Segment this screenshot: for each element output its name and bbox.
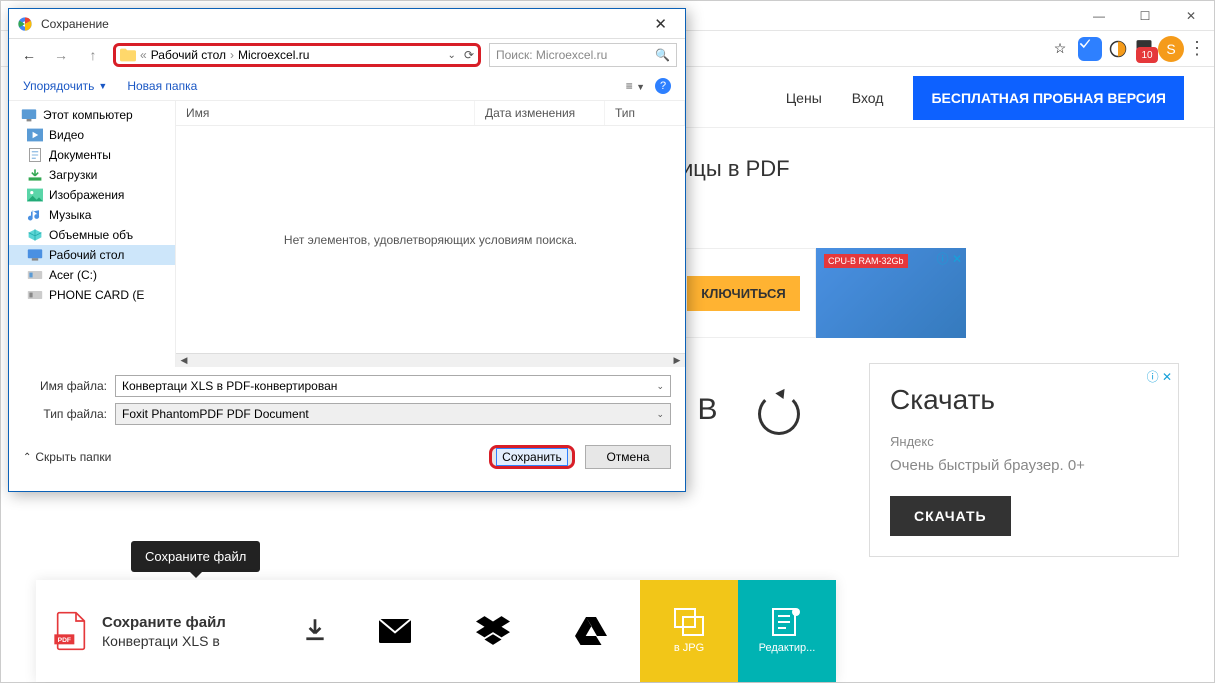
dialog-nav: ← → ↑ « Рабочий стол › Microexcel.ru ⌄ ⟳… <box>9 39 685 71</box>
help-icon[interactable]: ? <box>655 78 671 94</box>
filename-label: Имя файла: <box>23 379 107 393</box>
nav-prices[interactable]: Цены <box>786 90 822 106</box>
dropbox-tile[interactable] <box>444 580 542 682</box>
dialog-search[interactable]: Поиск: Microexcel.ru 🔍 <box>489 43 677 67</box>
ad-close-icon[interactable]: ⓘ ✕ <box>1147 368 1172 385</box>
search-icon: 🔍 <box>655 48 670 62</box>
file-list: Имя Дата изменения Тип Нет элементов, уд… <box>175 101 685 367</box>
breadcrumb[interactable]: « Рабочий стол › Microexcel.ru ⌄ ⟳ <box>113 43 481 67</box>
tree-documents[interactable]: Документы <box>9 145 175 165</box>
filename-input[interactable]: Конвертаци XLS в PDF-конвертирован⌄ <box>115 375 671 397</box>
col-date[interactable]: Дата изменения <box>475 101 605 125</box>
jpg-label: в JPG <box>674 642 704 654</box>
hide-folders-toggle[interactable]: ⌃ Скрыть папки <box>23 450 111 464</box>
bookmark-icon[interactable]: ☆ <box>1046 35 1074 63</box>
nav-up-icon[interactable]: ↑ <box>81 47 105 63</box>
sidebar-ad[interactable]: ⓘ ✕ Скачать Яндекс Очень быстрый браузер… <box>869 363 1179 557</box>
trial-button[interactable]: БЕСПЛАТНАЯ ПРОБНАЯ ВЕРСИЯ <box>913 76 1184 120</box>
folder-icon <box>120 48 136 62</box>
ad-info-icon[interactable]: ⓘ ✕ <box>933 248 966 269</box>
minimize-button[interactable]: — <box>1076 1 1122 31</box>
ad-download-button[interactable]: СКАЧАТЬ <box>890 496 1011 536</box>
ad-cta-button[interactable]: КЛЮЧИТЬСЯ <box>687 276 799 311</box>
edit-label: Редактир... <box>759 642 816 654</box>
extension-badge: 10 <box>1136 47 1158 63</box>
dialog-close-button[interactable]: ✕ <box>644 13 677 35</box>
maximize-button[interactable]: ☐ <box>1122 1 1168 31</box>
tree-video[interactable]: Видео <box>9 125 175 145</box>
col-name[interactable]: Имя <box>176 101 475 125</box>
pdf-icon: PDF <box>54 611 88 651</box>
spinner-icon <box>758 393 800 435</box>
nav-forward-icon[interactable]: → <box>49 47 73 63</box>
save-file-tile[interactable]: PDF Сохраните файл Конвертаци XLS в <box>36 580 346 682</box>
extension-icon-2[interactable] <box>1106 37 1130 61</box>
crumb-folder[interactable]: Microexcel.ru <box>238 48 309 62</box>
edit-tile[interactable]: Редактир... <box>738 580 836 682</box>
dialog-titlebar: Сохранение ✕ <box>9 9 685 39</box>
drive-tile[interactable] <box>542 580 640 682</box>
tree-images[interactable]: Изображения <box>9 185 175 205</box>
view-options-icon[interactable]: ≡ ▼ <box>626 79 645 93</box>
crumb-desktop[interactable]: Рабочий стол <box>151 48 226 62</box>
dialog-bottom: ⌃ Скрыть папки Сохранить Отмена <box>9 435 685 483</box>
cancel-button[interactable]: Отмена <box>585 445 671 469</box>
col-type[interactable]: Тип <box>605 101 685 125</box>
download-icon[interactable] <box>302 616 328 647</box>
action-bar: PDF Сохраните файл Конвертаци XLS в <box>36 580 836 682</box>
page-headline: ицы в PDF <box>681 156 790 182</box>
browser-menu-icon[interactable]: ⋮ <box>1188 38 1206 59</box>
svg-text:PDF: PDF <box>58 637 71 644</box>
tooltip: Сохраните файл <box>131 541 260 572</box>
tree-acer[interactable]: Acer (C:) <box>9 265 175 285</box>
filetype-label: Тип файла: <box>23 407 107 421</box>
ad-title: Скачать <box>890 384 1158 416</box>
chrome-icon <box>17 16 33 32</box>
extension-icon-3[interactable]: 10 <box>1134 36 1154 61</box>
save-dialog: Сохранение ✕ ← → ↑ « Рабочий стол › Micr… <box>8 8 686 492</box>
tree-desktop[interactable]: Рабочий стол <box>9 245 175 265</box>
filetype-select[interactable]: Foxit PhantomPDF PDF Document⌄ <box>115 403 671 425</box>
new-folder-button[interactable]: Новая папка <box>127 79 197 93</box>
ad-subtitle: Яндекс <box>890 434 1158 449</box>
conversion-progress: В <box>681 363 816 513</box>
file-list-header: Имя Дата изменения Тип <box>176 101 685 126</box>
extension-icon-1[interactable] <box>1078 37 1102 61</box>
tree-3dobjects[interactable]: Объемные объ <box>9 225 175 245</box>
organize-menu[interactable]: Упорядочить ▼ <box>23 79 107 93</box>
dialog-body: Этот компьютер Видео Документы Загрузки … <box>9 101 685 367</box>
tree-phone[interactable]: PHONE CARD (E <box>9 285 175 305</box>
refresh-icon[interactable]: ⟳ <box>464 48 474 62</box>
email-tile[interactable] <box>346 580 444 682</box>
save-button[interactable]: Сохранить <box>489 445 575 469</box>
jpg-tile[interactable]: в JPG <box>640 580 738 682</box>
folder-tree: Этот компьютер Видео Документы Загрузки … <box>9 101 175 367</box>
tree-computer[interactable]: Этот компьютер <box>9 105 175 125</box>
tile-subtitle: Конвертаци XLS в <box>102 633 226 649</box>
dialog-fields: Имя файла: Конвертаци XLS в PDF-конверти… <box>9 367 685 435</box>
crumb-dropdown-icon[interactable]: ⌄ <box>448 50 456 61</box>
progress-label: В <box>697 393 717 427</box>
nav-login[interactable]: Вход <box>852 90 884 106</box>
ad-description: Очень быстрый браузер. 0+ <box>890 457 1158 474</box>
profile-avatar[interactable]: S <box>1158 36 1184 62</box>
banner-ad[interactable]: КЛЮЧИТЬСЯ CPU-B RAM-32Gb ⓘ ✕ <box>671 248 966 338</box>
search-placeholder: Поиск: Microexcel.ru <box>496 48 607 62</box>
site-header: Цены Вход БЕСПЛАТНАЯ ПРОБНАЯ ВЕРСИЯ <box>681 68 1214 128</box>
ad-tag: CPU-B RAM-32Gb <box>824 254 908 268</box>
empty-message: Нет элементов, удовлетворяющих условиям … <box>176 126 685 353</box>
dialog-title: Сохранение <box>41 17 644 31</box>
nav-back-icon[interactable]: ← <box>17 47 41 63</box>
tree-music[interactable]: Музыка <box>9 205 175 225</box>
horizontal-scrollbar[interactable]: ◀▶ <box>176 353 685 367</box>
dialog-toolbar: Упорядочить ▼ Новая папка ≡ ▼ ? <box>9 71 685 101</box>
tile-title: Сохраните файл <box>102 614 226 631</box>
tree-downloads[interactable]: Загрузки <box>9 165 175 185</box>
close-button[interactable]: ✕ <box>1168 1 1214 31</box>
